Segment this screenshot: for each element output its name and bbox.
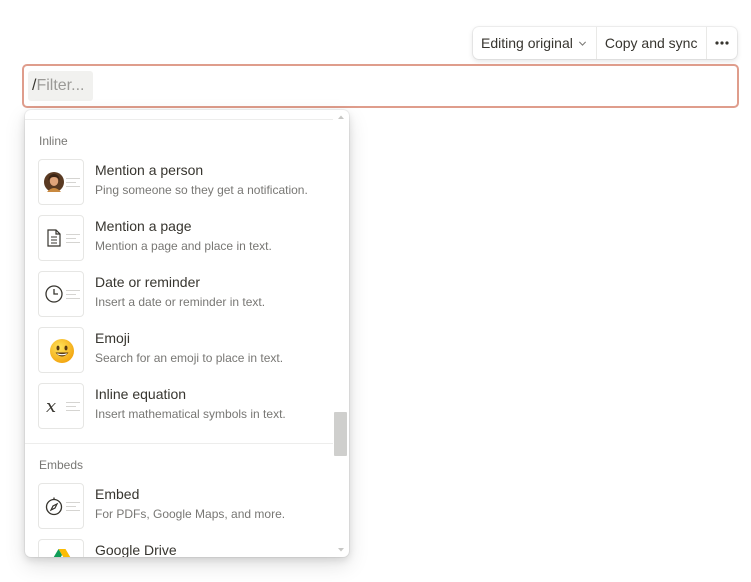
menu-item-title: Emoji [95, 330, 131, 346]
filter-block[interactable]: / [22, 64, 739, 108]
thumbnail-lines [66, 234, 80, 246]
sync-block-toolbar: Editing original Copy and sync [473, 27, 738, 59]
menu-item-mention-page[interactable]: Mention a page Mention a page and place … [25, 213, 335, 269]
menu-item-description: Insert mathematical symbols in text. [95, 407, 286, 421]
thumbnail-lines [66, 502, 80, 514]
menu-item-emoji[interactable]: Emoji Search for an emoji to place in te… [25, 325, 335, 381]
section-label-inline: Inline [39, 134, 68, 148]
emoji-thumbnail [38, 327, 84, 373]
google-drive-icon [53, 549, 71, 557]
thumbnail-lines [66, 290, 80, 302]
menu-item-date-reminder[interactable]: Date or reminder Insert a date or remind… [25, 269, 335, 325]
thumbnail-lines [66, 402, 80, 414]
menu-item-description: For PDFs, Google Maps, and more. [95, 507, 286, 521]
menu-item-google-drive[interactable]: Google Drive [25, 537, 335, 557]
editing-original-label: Editing original [481, 35, 573, 51]
thumbnail-lines [66, 178, 80, 190]
menu-item-embed[interactable]: Embed For PDFs, Google Maps, and more. [25, 481, 335, 537]
menu-item-description: Insert a date or reminder in text. [95, 295, 266, 309]
clock-icon [45, 285, 63, 303]
more-horizontal-icon [715, 41, 730, 45]
person-avatar-icon [44, 172, 64, 192]
scroll-up-arrow-icon[interactable] [337, 114, 345, 120]
section-divider [25, 443, 333, 444]
filter-input[interactable] [36, 77, 89, 95]
slash-command-chip[interactable]: / [28, 71, 94, 101]
section-label-embeds: Embeds [39, 458, 84, 472]
embed-thumbnail [38, 483, 84, 529]
compass-icon [45, 497, 63, 516]
menu-item-title: Mention a person [95, 162, 204, 178]
menu-item-description: Mention a page and place in text. [95, 239, 272, 253]
menu-item-description: Search for an emoji to place in text. [95, 351, 284, 365]
inline-equation-thumbnail: x [38, 383, 84, 429]
more-options-button[interactable] [706, 27, 737, 59]
menu-item-inline-equation[interactable]: x Inline equation Insert mathematical sy… [25, 381, 335, 437]
copy-and-sync-button[interactable]: Copy and sync [595, 27, 707, 59]
copy-and-sync-label: Copy and sync [604, 35, 698, 51]
page-icon [47, 229, 61, 247]
scroll-down-arrow-icon[interactable] [337, 547, 345, 553]
menu-item-title: Google Drive [95, 542, 177, 557]
editing-original-button[interactable]: Editing original [473, 27, 596, 59]
page: Editing original Copy and sync / I [0, 0, 751, 582]
mention-page-thumbnail [38, 215, 84, 261]
chevron-down-icon [578, 41, 586, 46]
google-drive-thumbnail [38, 539, 84, 557]
menu-item-title: Embed [95, 486, 140, 502]
menu-item-title: Mention a page [95, 218, 192, 234]
menu-item-title: Inline equation [95, 386, 187, 402]
mention-person-thumbnail [38, 159, 84, 205]
svg-text:x: x [46, 396, 56, 416]
smiley-emoji-icon [50, 339, 74, 363]
menu-item-description: Ping someone so they get a notification. [95, 183, 308, 197]
equation-x-icon: x [46, 396, 56, 416]
menu-item-title: Date or reminder [95, 274, 201, 290]
menu-divider-top [25, 119, 333, 120]
slash-command-menu[interactable]: Inline Mention a person Ping someone so … [25, 110, 349, 557]
menu-scrollbar-thumb[interactable] [334, 412, 347, 456]
menu-item-mention-person[interactable]: Mention a person Ping someone so they ge… [25, 157, 335, 213]
date-reminder-thumbnail [38, 271, 84, 317]
